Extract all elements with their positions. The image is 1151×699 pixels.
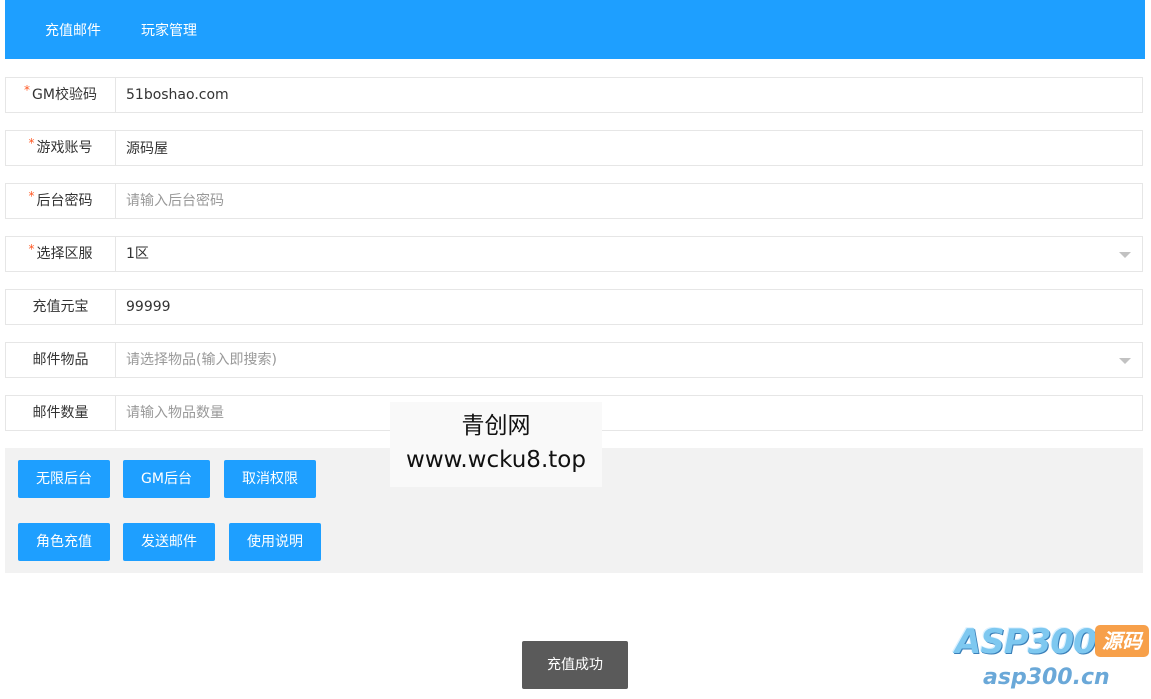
role-recharge-button[interactable]: 角色充值 xyxy=(18,523,110,561)
required-mark: * xyxy=(28,136,35,150)
required-mark: * xyxy=(28,189,35,203)
logo-url: asp300.cn xyxy=(983,665,1110,690)
watermark-line-1: 青创网 xyxy=(461,413,531,439)
form-row-gm-code: * GM校验码 xyxy=(5,77,1143,113)
mail-qty-label: 邮件数量 xyxy=(6,396,116,430)
watermark: 青创网 www.wcku8.top xyxy=(390,402,602,487)
revoke-permission-button[interactable]: 取消权限 xyxy=(224,460,316,498)
watermark-line-2: www.wcku8.top xyxy=(406,447,586,473)
tab-player-management[interactable]: 玩家管理 xyxy=(141,20,197,40)
password-input[interactable] xyxy=(116,184,1142,218)
gm-backend-button[interactable]: GM后台 xyxy=(123,460,210,498)
form-row-server[interactable]: * 选择区服 1区 xyxy=(5,236,1143,272)
password-label: * 后台密码 xyxy=(6,184,116,218)
account-label: * 游戏账号 xyxy=(6,131,116,165)
form-row-password: * 后台密码 xyxy=(5,183,1143,219)
form-row-account: * 游戏账号 xyxy=(5,130,1143,166)
top-nav-bar: 充值邮件 玩家管理 xyxy=(5,0,1145,59)
usage-guide-button[interactable]: 使用说明 xyxy=(229,523,321,561)
server-select-value[interactable]: 1区 xyxy=(126,237,149,271)
gm-code-label: * GM校验码 xyxy=(6,78,116,112)
gm-code-input[interactable] xyxy=(116,78,1142,112)
unlimited-backend-button[interactable]: 无限后台 xyxy=(18,460,110,498)
mail-item-select-placeholder[interactable]: 请选择物品(输入即搜索) xyxy=(126,343,277,377)
logo-main-text: ASP300 xyxy=(955,622,1097,662)
account-input[interactable] xyxy=(116,131,1142,165)
mail-qty-input[interactable] xyxy=(116,396,1142,430)
yuanbao-label: 充值元宝 xyxy=(6,290,116,324)
yuanbao-input[interactable] xyxy=(116,290,1142,324)
logo-badge: 源码 xyxy=(1095,625,1149,657)
required-mark: * xyxy=(24,83,31,97)
send-mail-button[interactable]: 发送邮件 xyxy=(123,523,215,561)
success-toast: 充值成功 xyxy=(522,641,628,689)
form-row-mail-item[interactable]: 邮件物品 请选择物品(输入即搜索) xyxy=(5,342,1143,378)
asp300-logo: ASP300 源码 asp300.cn xyxy=(955,622,1151,699)
form-row-yuanbao: 充值元宝 xyxy=(5,289,1143,325)
mail-item-label: 邮件物品 xyxy=(6,343,116,377)
server-label: * 选择区服 xyxy=(6,237,116,271)
chevron-down-icon[interactable] xyxy=(1119,358,1131,364)
required-mark: * xyxy=(28,242,35,256)
tab-recharge-mail[interactable]: 充值邮件 xyxy=(45,20,101,40)
chevron-down-icon[interactable] xyxy=(1119,252,1131,258)
